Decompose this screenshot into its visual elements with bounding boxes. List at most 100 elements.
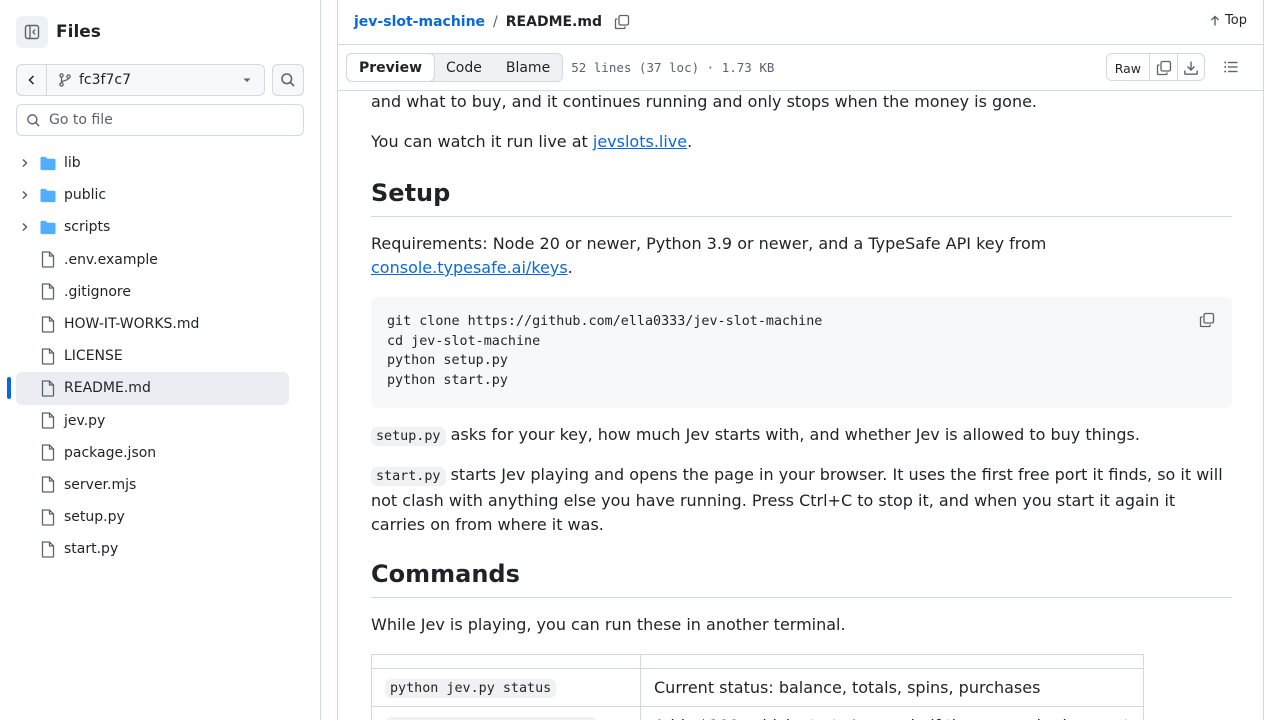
breadcrumb-repo-link[interactable]: jev-slot-machine [354,14,485,30]
tree-item-icon [40,412,56,429]
branch-group: fc3f7c7 [16,64,265,96]
tree-item-icon [40,348,56,365]
tree-item-file[interactable]: setup.py [16,501,289,533]
tree-item-file[interactable]: HOW-IT-WORKS.md [16,308,289,340]
table-header-cell [371,654,641,669]
sidebar-collapse-icon [24,24,40,40]
code-line: python start.py [387,373,508,389]
jevslots-link[interactable]: jevslots.live [593,132,687,151]
back-button[interactable] [17,65,47,95]
breadcrumb-bar: jev-slot-machine / README.md Top [338,0,1263,45]
file-sidebar: Files fc3f7c7 lib public scripts .env.examp… [0,0,321,720]
copy-raw-button[interactable] [1150,54,1177,80]
tree-item-label: server.mjs [64,476,137,493]
caret-down-icon [243,78,251,82]
search-icon [281,73,295,87]
branch-name: fc3f7c7 [79,72,131,88]
tree-item-file[interactable]: .env.example [16,244,289,276]
tab-code[interactable]: Code [434,54,494,81]
tree-item-folder[interactable]: lib [16,147,289,179]
file-icon [41,283,55,300]
tree-item-icon [40,541,56,558]
collapse-sidebar-button[interactable] [16,16,48,48]
tree-item-label: public [64,187,107,204]
folder-icon [40,188,56,202]
expand-chevron[interactable] [17,158,33,168]
table-header-cell [640,654,1144,669]
tree-item-icon [40,380,56,397]
tab-blame[interactable]: Blame [494,54,562,81]
code-line: python setup.py [387,353,508,369]
file-tree: lib public scripts .env.example .gitignore HO… [7,147,289,565]
tree-item-label: .env.example [64,251,158,268]
copy-path-button[interactable] [614,14,630,30]
tree-item-label: scripts [64,219,111,236]
commands-heading: Commands [371,559,1232,598]
tree-item-label: LICENSE [64,348,123,365]
file-icon [41,541,55,558]
command-code: python jev.py status [385,678,557,698]
copy-code-button[interactable] [1197,310,1217,330]
start-py-paragraph: start.py starts Jev playing and opens th… [371,463,1232,537]
back-to-top-link[interactable]: Top [1209,13,1247,28]
file-info: 52 lines (37 loc) · 1.73 KB [571,60,775,75]
download-button[interactable] [1177,54,1204,80]
tab-preview[interactable]: Preview [346,53,436,82]
copy-icon [1156,60,1171,76]
file-toolbar: Preview Code Blame 52 lines (37 loc) · 1.7… [338,45,1263,91]
file-icon [41,380,55,397]
copy-icon [1199,312,1215,328]
folder-icon [40,220,56,235]
watch-period: . [687,132,693,151]
tree-item-label: setup.py [64,509,125,526]
tree-item-file[interactable]: package.json [16,437,289,469]
tree-item-file[interactable]: start.py [16,533,289,565]
tree-item-icon [40,156,56,171]
description-cell: Adds $100, which starts Jev again if the… [640,706,1144,720]
tree-item-label: HOW-IT-WORKS.md [64,316,200,333]
requirements-period: . [567,258,573,277]
table-row: python jev.py status Current status: bala… [371,668,1144,707]
file-icon [41,444,55,461]
tree-item-label: .gitignore [64,283,131,300]
start-py-code: start.py [371,467,446,486]
tree-item-folder[interactable]: scripts [16,211,289,243]
go-to-file-input[interactable] [49,112,289,128]
requirements-paragraph: Requirements: Node 20 or newer, Python 3… [371,232,1232,280]
watch-text: You can watch it run live at [371,132,593,151]
intro-text: and what to buy, and it continues runnin… [371,92,1038,111]
tree-item-label: package.json [64,444,157,461]
arrow-up-icon [1211,15,1220,25]
expand-chevron[interactable] [17,190,33,200]
typesafe-keys-link[interactable]: console.typesafe.ai/keys [371,258,568,277]
tree-item-folder[interactable]: public [16,179,289,211]
tree-item-file[interactable]: server.mjs [16,469,289,501]
folder-icon [40,156,56,170]
setup-py-paragraph: setup.py asks for your key, how much Jev… [371,423,1232,449]
raw-actions-group: Raw [1105,53,1205,81]
tree-item-icon [40,188,56,203]
search-icon [27,113,40,127]
branch-selector[interactable]: fc3f7c7 [47,65,264,95]
commands-paragraph: While Jev is playing, you can run these … [371,615,846,634]
search-files-button[interactable] [272,64,304,96]
tree-item-file[interactable]: LICENSE [16,340,289,372]
tree-item-file[interactable]: jev.py [16,405,289,437]
description-cell: Current status: balance, totals, spins, … [640,668,1144,707]
outline-button[interactable] [1217,53,1245,81]
setup-py-code: setup.py [371,427,446,446]
selection-indicator [7,377,11,400]
expand-chevron[interactable] [17,222,33,232]
setup-py-text: asks for your key, how much Jev starts w… [445,425,1140,444]
tree-item-file[interactable]: README.md [7,372,289,405]
git-branch-icon [59,73,71,87]
tree-item-file[interactable]: .gitignore [16,276,289,308]
raw-button[interactable]: Raw [1107,54,1150,80]
watch-paragraph: You can watch it run live at jevslots.li… [371,130,1232,154]
view-mode-tabs: Preview Code Blame [346,53,564,82]
sidebar-title: Files [56,22,101,42]
tree-item-icon [40,315,56,333]
file-icon [41,412,55,429]
breadcrumb-file: README.md [505,14,602,30]
go-to-file-field[interactable] [16,104,304,136]
